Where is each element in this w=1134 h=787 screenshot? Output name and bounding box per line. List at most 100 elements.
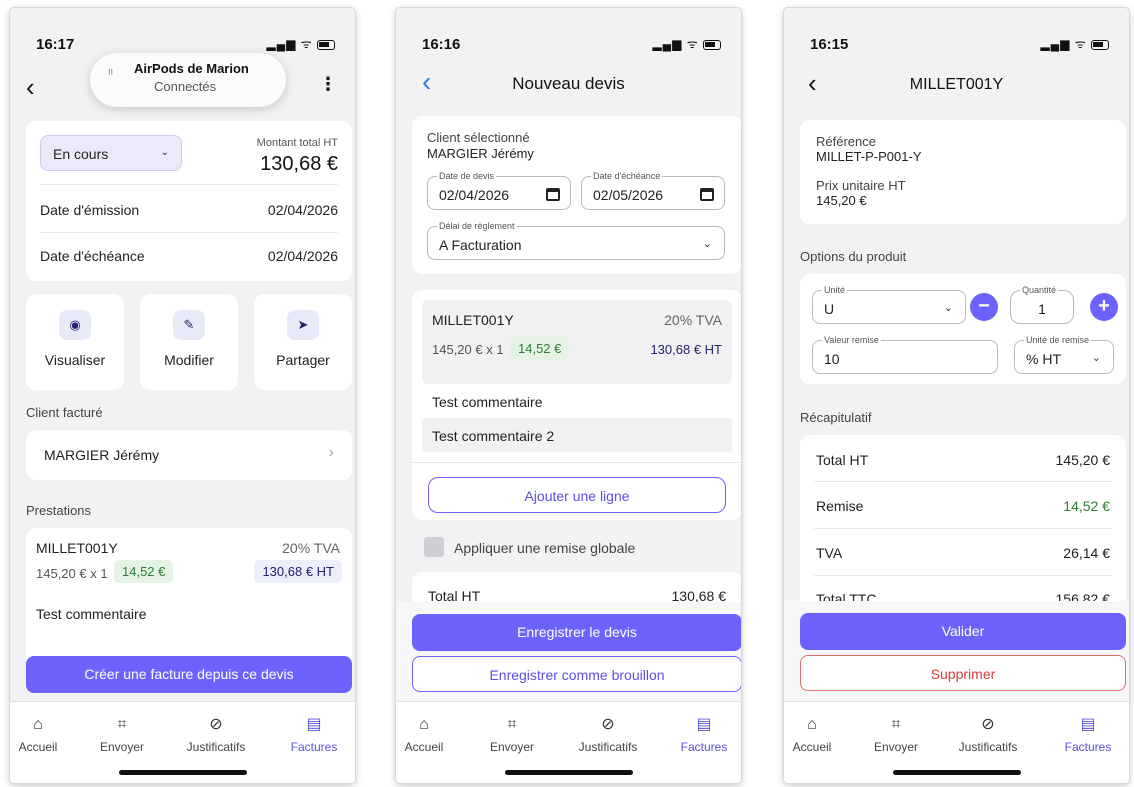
tab-justificatifs[interactable]: ⊘ Justificatifs <box>948 714 1028 754</box>
tab-accueil[interactable]: ⌂ Accueil <box>784 714 852 754</box>
create-invoice-button[interactable]: Créer une facture depuis ce devis <box>26 656 352 693</box>
phone-screen-nouveau-devis: 16:16 ▂▄▆ ᯤ ‹ Nouveau devis Client sélec… <box>396 8 741 783</box>
item-price: 145,20 € x 1 <box>432 342 504 357</box>
more-menu-icon[interactable]: ⋮ <box>319 74 337 95</box>
recap-remise-label: Remise <box>816 498 864 514</box>
delai-label: Délai de règlement <box>437 221 517 231</box>
comment-line-2[interactable]: Test commentaire 2 <box>422 418 732 452</box>
tab-accueil[interactable]: ⌂ Accueil <box>10 714 78 754</box>
valeur-remise-label: Valeur remise <box>822 335 881 345</box>
unite-remise-value: % HT <box>1026 351 1061 367</box>
item-total: 130,68 € HT <box>650 342 722 357</box>
status-time: 16:17 <box>36 36 75 53</box>
tab-bar: ⌂ Accueil ⌗ Envoyer ⊘ Justificatifs ▤ Factur… <box>784 701 1129 783</box>
supprimer-button[interactable]: Supprimer <box>800 655 1126 691</box>
devis-summary-card: En cours ⌄ Montant total HT 130,68 € Dat… <box>26 121 352 281</box>
save-devis-button[interactable]: Enregistrer le devis <box>412 614 741 651</box>
phone-screen-produit: 16:15 ▂▄▆ ᯤ ‹ MILLET001Y Référence MILLE… <box>784 8 1129 783</box>
recap-card: Total HT 145,20 € Remise 14,52 € TVA 26,… <box>800 435 1126 615</box>
unite-select[interactable]: Unité U ⌄ <box>812 285 966 324</box>
airpods-notification: ᑊᑊ AirPods de Marion Connectés <box>90 53 286 107</box>
divider <box>814 575 1112 576</box>
status-icons: ▂▄▆ ᯤ <box>652 35 721 52</box>
chevron-right-icon: › <box>328 444 334 461</box>
eye-icon: ◉ <box>59 310 91 340</box>
reference-label: Référence <box>816 134 876 149</box>
back-icon[interactable]: ‹ <box>26 74 35 100</box>
tab-justificatifs[interactable]: ⊘ Justificatifs <box>568 714 648 754</box>
status-time: 16:15 <box>810 36 849 53</box>
prestations-section-title: Prestations <box>26 503 92 518</box>
delai-value: A Facturation <box>439 237 522 253</box>
calendar-icon <box>546 188 560 201</box>
phone-screen-devis-detail: 16:17 ▂▄▆ ᯤ ‹ ᑊᑊ AirPods de Marion Conne… <box>10 8 355 783</box>
tab-factures[interactable]: ▤ Factures <box>1048 714 1128 754</box>
valeur-remise-value: 10 <box>824 351 840 367</box>
product-info-card: Référence MILLET-P-P001-Y Prix unitaire … <box>800 120 1126 224</box>
options-card: Unité U ⌄ − Quantité 1 + Valeur remise 1… <box>800 274 1126 384</box>
client-row[interactable]: MARGIER Jérémy › <box>26 430 352 480</box>
unite-label: Unité <box>822 285 848 295</box>
remise-globale-checkbox[interactable] <box>424 537 444 557</box>
date-devis-field[interactable]: Date de devis 02/04/2026 <box>427 171 571 210</box>
item-remise-badge: 14,52 € <box>510 337 570 360</box>
item-remise-badge: 14,52 € <box>114 560 174 583</box>
bottom-actions: Valider Supprimer <box>784 601 1129 701</box>
valeur-remise-field[interactable]: Valeur remise 10 <box>812 335 998 374</box>
partager-label: Partager <box>276 352 330 368</box>
calendar-icon <box>700 188 714 201</box>
tab-factures[interactable]: ▤ Factures <box>274 714 354 754</box>
item-tva: 20% TVA <box>664 312 722 328</box>
tab-envoyer[interactable]: ⌗ Envoyer <box>472 714 552 754</box>
tab-envoyer[interactable]: ⌗ Envoyer <box>82 714 162 754</box>
scan-icon: ⌗ <box>117 716 127 733</box>
prix-label: Prix unitaire HT <box>816 178 906 193</box>
item-price: 145,20 € x 1 <box>36 566 108 581</box>
send-icon: ➤ <box>287 310 319 340</box>
valider-button[interactable]: Valider <box>800 613 1126 650</box>
status-time: 16:16 <box>422 36 461 53</box>
recap-tva-value: 26,14 € <box>1063 545 1110 561</box>
partager-button[interactable]: ➤ Partager <box>254 294 352 390</box>
visualiser-button[interactable]: ◉ Visualiser <box>26 294 124 390</box>
increase-quantity-button[interactable]: + <box>1090 293 1118 321</box>
modifier-label: Modifier <box>164 352 214 368</box>
client-name: MARGIER Jérémy <box>44 447 160 463</box>
quantite-label: Quantité <box>1020 285 1059 295</box>
tab-factures[interactable]: ▤ Factures <box>664 714 741 754</box>
home-icon: ⌂ <box>33 716 43 733</box>
tab-bar: ⌂ Accueil ⌗ Envoyer ⊘ Justificatifs ▤ Factur… <box>10 701 355 783</box>
chevron-down-icon: ⌄ <box>943 302 953 314</box>
client-label: Client sélectionné <box>427 130 530 145</box>
unite-remise-select[interactable]: Unité de remise % HT ⌄ <box>1014 335 1114 374</box>
bottom-actions: Enregistrer le devis Enregistrer comme b… <box>396 602 741 702</box>
add-line-button[interactable]: Ajouter une ligne <box>428 477 726 513</box>
divider <box>40 184 338 185</box>
airpods-icon: ᑊᑊ <box>108 67 113 82</box>
paperclip-icon: ⊘ <box>601 716 615 733</box>
item-ref: MILLET001Y <box>432 312 514 328</box>
decrease-quantity-button[interactable]: − <box>970 293 998 321</box>
item-tva: 20% TVA <box>282 540 340 556</box>
prix-value: 145,20 € <box>816 193 867 208</box>
tab-accueil[interactable]: ⌂ Accueil <box>396 714 464 754</box>
home-indicator <box>504 770 633 775</box>
date-echeance-field[interactable]: Date d'échéance 02/05/2026 <box>581 171 725 210</box>
item-ref: MILLET001Y <box>36 540 118 556</box>
recap-remise-value: 14,52 € <box>1063 498 1110 514</box>
delai-reglement-select[interactable]: Délai de règlement A Facturation ⌄ <box>427 221 725 260</box>
line-item[interactable]: MILLET001Y 20% TVA 145,20 € x 1 14,52 € … <box>422 300 732 384</box>
date-devis-label: Date de devis <box>437 171 497 181</box>
quantite-field[interactable]: Quantité 1 <box>1010 285 1074 324</box>
comment-line-1[interactable]: Test commentaire <box>432 394 542 410</box>
save-draft-button[interactable]: Enregistrer comme brouillon <box>412 656 741 692</box>
scan-icon: ⌗ <box>891 716 901 733</box>
page-title: Nouveau devis <box>512 74 625 93</box>
tab-justificatifs[interactable]: ⊘ Justificatifs <box>176 714 256 754</box>
tab-bar: ⌂ Accueil ⌗ Envoyer ⊘ Justificatifs ▤ Factur… <box>396 701 741 783</box>
status-select[interactable]: En cours ⌄ <box>40 135 182 171</box>
modifier-button[interactable]: ✎ Modifier <box>140 294 238 390</box>
divider <box>40 232 338 233</box>
tab-envoyer[interactable]: ⌗ Envoyer <box>856 714 936 754</box>
prestation-card[interactable]: MILLET001Y 20% TVA 145,20 € x 1 14,52 € … <box>26 528 352 668</box>
